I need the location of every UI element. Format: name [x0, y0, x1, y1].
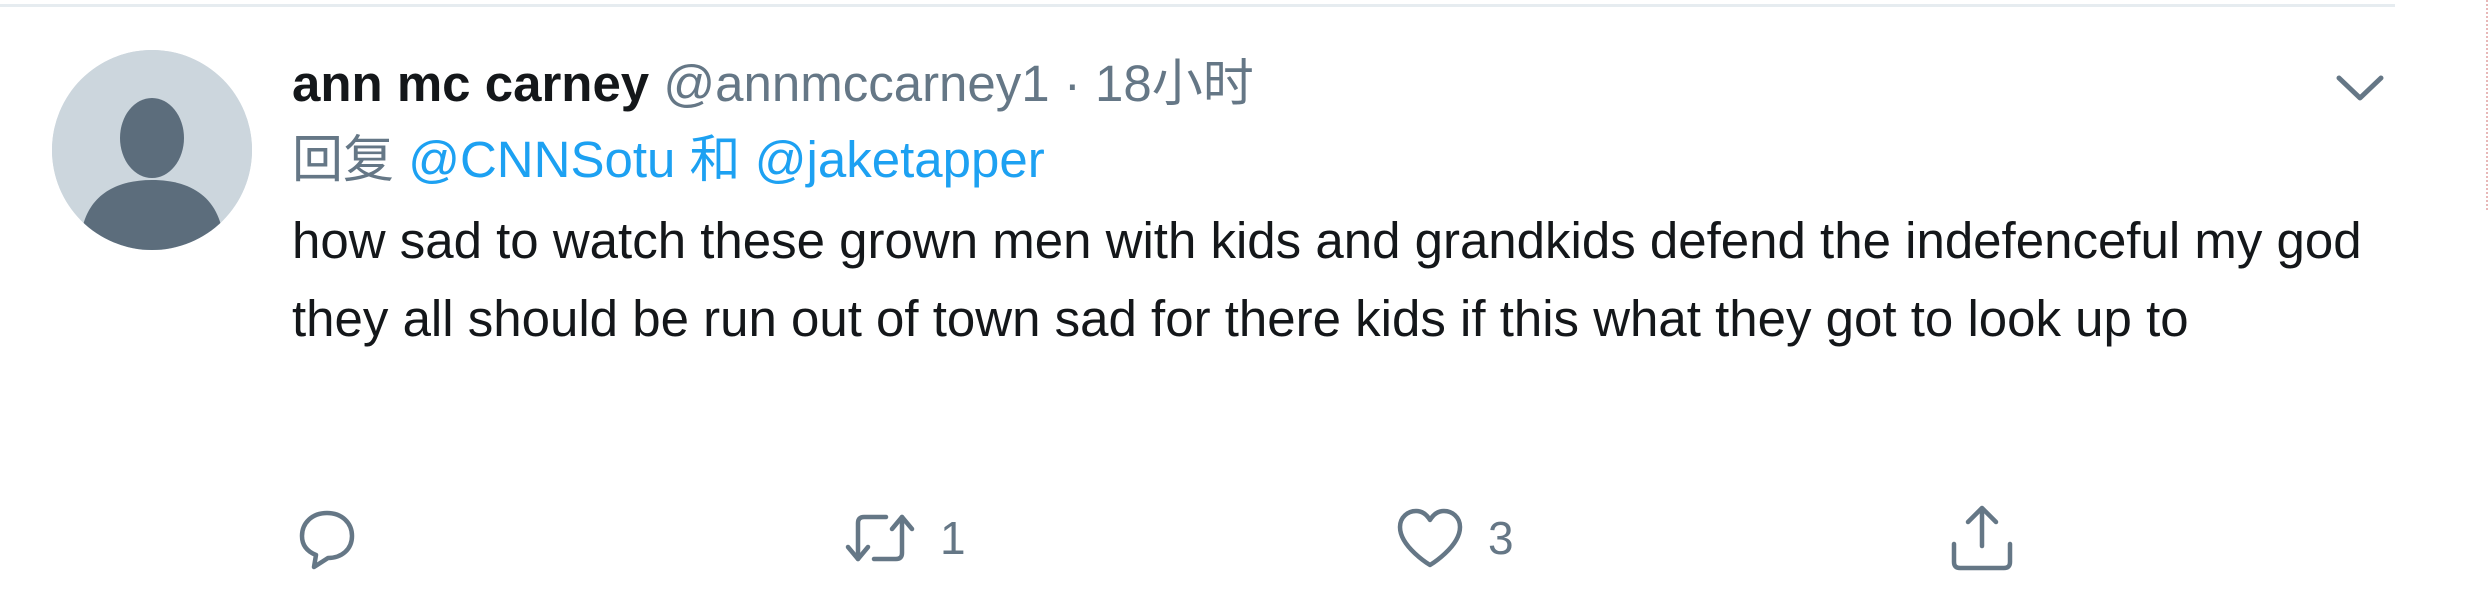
share-button[interactable]: [1944, 498, 2020, 578]
reply-context: 回复 @CNNSotu 和 @jaketapper: [292, 124, 2392, 196]
tweet-text: how sad to watch these grown men with ki…: [292, 212, 2362, 347]
separator-dot: ·: [1063, 55, 1081, 112]
comment-bubble-icon: [299, 510, 355, 570]
reply-conjunction: 和: [689, 131, 741, 188]
mention-link[interactable]: @jaketapper: [755, 131, 1045, 188]
chevron-down-icon: [2336, 75, 2384, 101]
more-options-button[interactable]: [2325, 58, 2395, 118]
display-name[interactable]: ann mc carney: [292, 55, 649, 112]
tweet-card[interactable]: ann mc carney @annmccarney1 · 18小时 回复 @C…: [0, 8, 2395, 608]
tweet-actions: 1 3: [292, 498, 2292, 578]
heart-icon: [1397, 508, 1463, 568]
retweet-button[interactable]: 1: [840, 498, 966, 578]
divider: [0, 4, 2395, 7]
default-avatar-icon: [52, 50, 252, 250]
avatar[interactable]: [52, 50, 252, 250]
like-button[interactable]: 3: [1392, 498, 1514, 578]
reply-prefix: 回复: [292, 131, 395, 188]
reply-button[interactable]: [292, 498, 382, 578]
share-upload-icon: [1951, 505, 2013, 571]
tweet-content: ann mc carney @annmccarney1 · 18小时 回复 @C…: [292, 48, 2392, 358]
timestamp[interactable]: 18小时: [1095, 55, 1254, 112]
mention-link[interactable]: @CNNSotu: [408, 131, 675, 188]
retweet-icon: [845, 514, 915, 562]
user-handle[interactable]: @annmccarney1: [663, 55, 1049, 112]
page-edge-marker: [2482, 0, 2488, 210]
retweet-count: 1: [940, 512, 966, 564]
tweet-header: ann mc carney @annmccarney1 · 18小时: [292, 48, 2392, 120]
tweet-page: ann mc carney @annmccarney1 · 18小时 回复 @C…: [0, 0, 2488, 610]
like-count: 3: [1488, 512, 1514, 564]
